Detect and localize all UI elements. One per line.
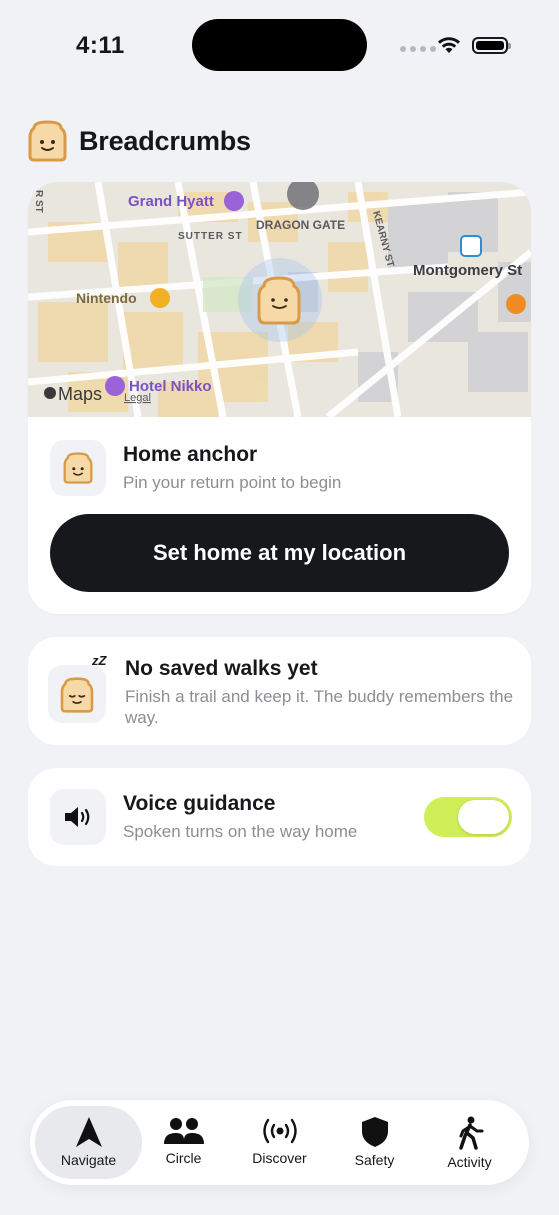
navigation-arrow-icon: [75, 1117, 102, 1147]
voice-guidance-subtitle: Spoken turns on the way home: [123, 822, 358, 841]
home-anchor-row: Home anchor Pin your return point to beg…: [50, 440, 341, 496]
voice-guidance-toggle[interactable]: [424, 797, 512, 837]
people-icon: [163, 1118, 204, 1144]
home-anchor-card: Grand Hyatt DRAGON GATE Montgomery St Ni…: [28, 182, 531, 614]
status-bar: 4:11: [0, 0, 559, 92]
saved-walks-card: zZ No saved walks yet Finish a trail and…: [28, 637, 531, 745]
map-label-montgomery: Montgomery St: [413, 262, 522, 279]
shop-pin-icon: [150, 288, 170, 308]
toggle-knob: [458, 800, 509, 834]
hotel-pin-icon: [224, 191, 244, 211]
dynamic-island: [192, 19, 367, 71]
cafe-pin-icon: [506, 294, 526, 314]
map-canvas: Grand Hyatt DRAGON GATE Montgomery St Ni…: [28, 182, 531, 417]
tab-label-discover: Discover: [252, 1150, 307, 1166]
tab-activity[interactable]: Activity: [422, 1106, 517, 1179]
map-view[interactable]: Grand Hyatt DRAGON GATE Montgomery St Ni…: [28, 182, 531, 417]
legal-link: Legal: [124, 392, 151, 404]
voice-guidance-title: Voice guidance: [123, 792, 276, 815]
app-title: Breadcrumbs: [79, 125, 251, 156]
speaker-icon: [65, 807, 90, 827]
tab-label-safety: Safety: [354, 1152, 395, 1168]
saved-walks-title: No saved walks yet: [125, 657, 318, 680]
map-label-nintendo: Nintendo: [76, 290, 137, 306]
app-header: Breadcrumbs: [28, 120, 251, 162]
home-anchor-title: Home anchor: [123, 443, 258, 466]
wifi-icon: [438, 37, 460, 53]
tab-circle[interactable]: Circle: [136, 1106, 231, 1179]
home-anchor-subtitle: Pin your return point to begin: [123, 473, 342, 492]
sleeping-buddy-tile: zZ: [48, 653, 108, 723]
transit-icon: [460, 235, 482, 257]
buddy-location-icon: [257, 276, 301, 325]
tab-safety[interactable]: Safety: [327, 1106, 422, 1179]
tab-label-activity: Activity: [447, 1154, 492, 1170]
voice-guidance-card: Voice guidance Spoken turns on the way h…: [28, 768, 531, 866]
sleeping-buddy-icon: [60, 677, 94, 713]
map-label-sutter: SUTTER ST: [178, 231, 243, 242]
map-label-street: R ST: [33, 190, 44, 213]
tab-discover[interactable]: Discover: [232, 1106, 327, 1179]
hotel-pin-icon: [105, 376, 125, 396]
broadcast-icon: [262, 1118, 297, 1144]
map-label-dragon-gate: DRAGON GATE: [256, 218, 345, 232]
buddy-icon: [63, 452, 93, 484]
sleep-zz-icon: zZ: [92, 653, 107, 668]
saved-walks-subtitle: Finish a trail and keep it. The buddy re…: [125, 687, 514, 727]
battery-icon: [472, 37, 511, 54]
tab-label-circle: Circle: [165, 1150, 202, 1166]
walking-icon: [458, 1116, 483, 1150]
map-label-grand-hyatt: Grand Hyatt: [128, 193, 214, 210]
set-home-button[interactable]: Set home at my location: [50, 514, 509, 592]
buddy-logo-icon: [28, 120, 67, 162]
status-time: 4:11: [76, 32, 125, 59]
shield-icon: [361, 1117, 388, 1147]
buddy-icon-tile: [50, 440, 106, 496]
tab-label-navigate: Navigate: [60, 1152, 117, 1168]
tab-navigate[interactable]: Navigate: [35, 1106, 142, 1179]
signal-dots-icon: [400, 46, 436, 52]
maps-attribution-label: Maps: [58, 384, 102, 404]
speaker-icon-tile: [50, 789, 106, 845]
tab-bar: Navigate Circle Discover Safety Activity: [30, 1100, 529, 1185]
